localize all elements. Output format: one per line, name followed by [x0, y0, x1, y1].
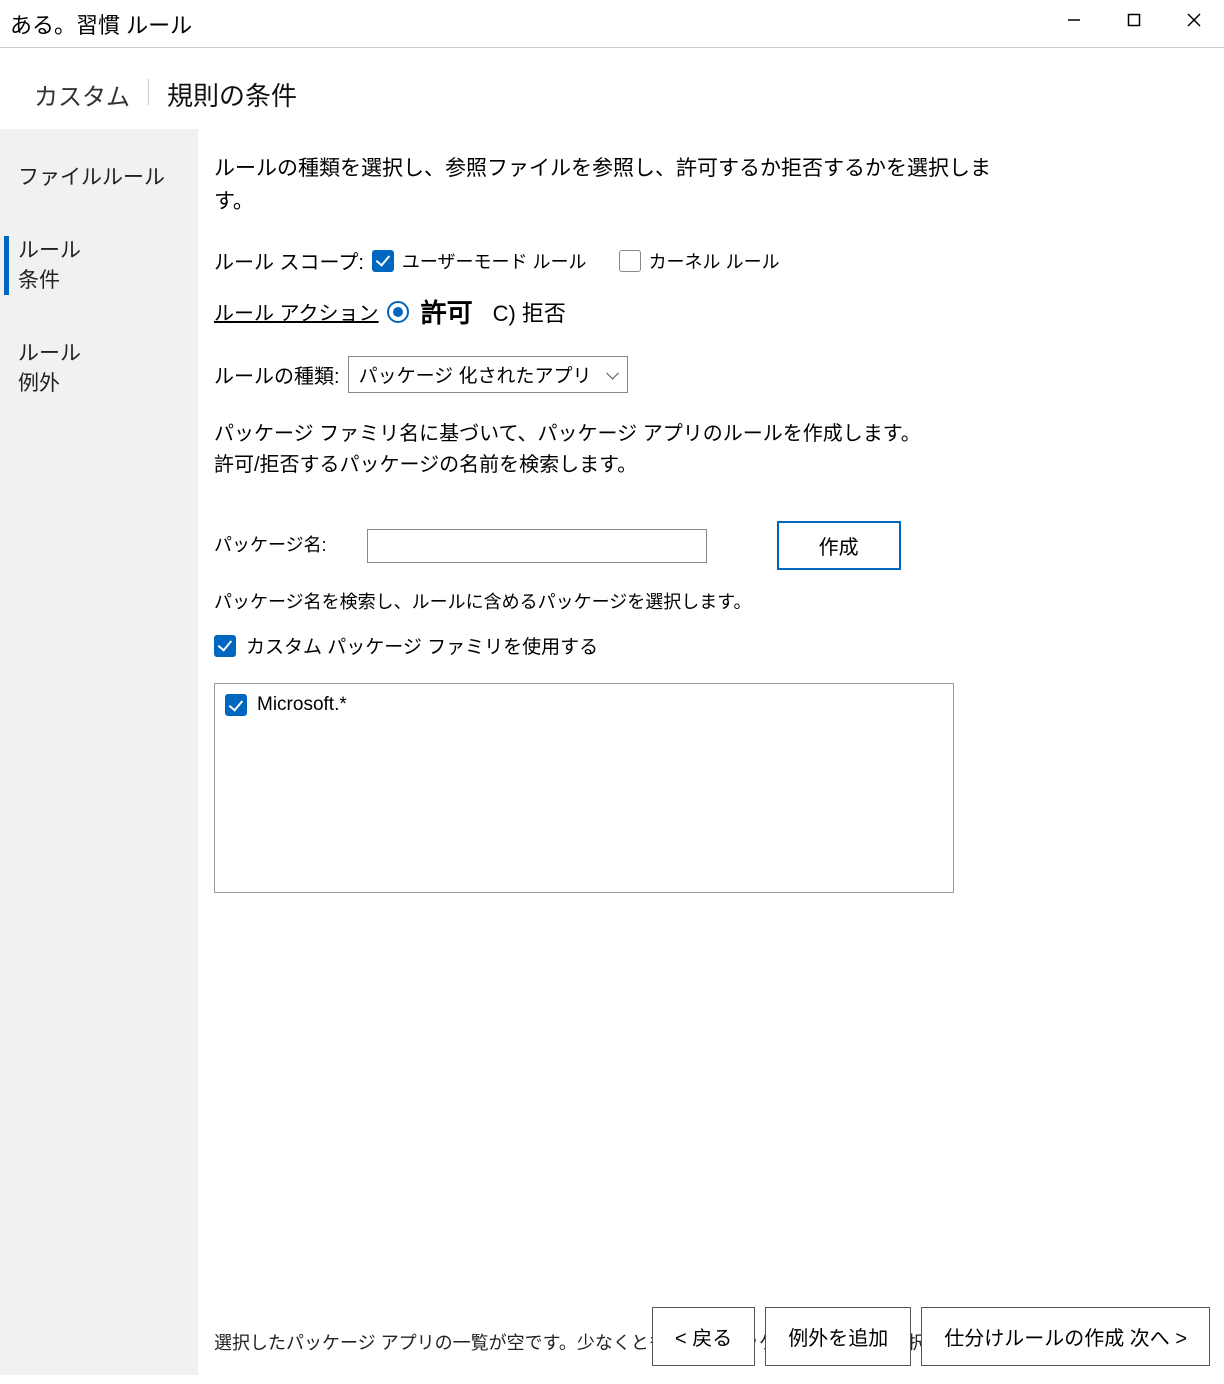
- body: ファイルルール ルール 条件 ルール 例外 ルールの種類を選択し、参照ファイルを…: [0, 129, 1224, 1375]
- package-description: パッケージ ファミリ名に基づいて、パッケージ アプリのルールを作成します。 許可…: [214, 419, 1194, 481]
- sidebar-item-label: ルール 例外: [18, 342, 81, 394]
- header-divider: [148, 79, 149, 105]
- package-name-input[interactable]: [367, 529, 707, 563]
- kernel-label: カーネル ルール: [649, 248, 780, 274]
- user-mode-label: ユーザーモード ルール: [402, 248, 587, 274]
- sidebar-item-label: ファイルルール: [18, 166, 165, 189]
- package-list: Microsoft.*: [214, 683, 954, 893]
- next-button[interactable]: 仕分けルールの作成 次へ >: [921, 1307, 1210, 1366]
- deny-label: C) 拒否: [493, 296, 566, 328]
- allow-label: 許可: [421, 293, 473, 330]
- footer: < 戻る 例外を追加 仕分けルールの作成 次へ >: [652, 1307, 1210, 1366]
- rule-action-label: ルール アクション: [214, 297, 379, 326]
- header-right: 規則の条件: [167, 76, 297, 113]
- package-name-row: パッケージ名: 作成: [214, 521, 1194, 570]
- allow-radio[interactable]: [387, 301, 409, 323]
- page-header: カスタム 規則の条件: [0, 48, 1224, 129]
- maximize-button[interactable]: [1104, 0, 1164, 40]
- description: ルールの種類を選択し、参照ファイルを参照し、許可するか拒否するかを選択します。: [214, 153, 994, 218]
- sidebar-item-file-rules[interactable]: ファイルルール: [0, 141, 198, 214]
- add-exception-button[interactable]: 例外を追加: [765, 1307, 911, 1366]
- header-left: カスタム: [34, 77, 130, 112]
- package-item-label: Microsoft.*: [257, 694, 347, 716]
- rule-type-row: ルールの種類: パッケージ 化されたアプリ: [214, 356, 1194, 393]
- rule-scope-label: ルール スコープ:: [214, 246, 364, 275]
- close-button[interactable]: [1164, 0, 1224, 40]
- main-panel: ルールの種類を選択し、参照ファイルを参照し、許可するか拒否するかを選択します。 …: [198, 129, 1224, 1375]
- package-item-checkbox[interactable]: [225, 694, 247, 716]
- sidebar-item-rule-exceptions[interactable]: ルール 例外: [0, 317, 198, 420]
- kernel-checkbox[interactable]: [619, 250, 641, 272]
- sidebar-item-label: ルール 条件: [18, 239, 81, 291]
- package-list-item[interactable]: Microsoft.*: [225, 694, 943, 716]
- sidebar: ファイルルール ルール 条件 ルール 例外: [0, 129, 198, 1375]
- titlebar: ある。習慣 ルール: [0, 0, 1224, 48]
- custom-package-row: カスタム パッケージ ファミリを使用する: [214, 632, 1194, 659]
- window-controls: [1044, 0, 1224, 40]
- sidebar-item-rule-conditions[interactable]: ルール 条件: [0, 214, 198, 317]
- window-title: ある。習慣 ルール: [10, 8, 192, 40]
- search-hint: パッケージ名を検索し、ルールに含めるパッケージを選択します。: [214, 588, 1194, 614]
- rule-type-value: パッケージ 化されたアプリ: [359, 366, 592, 387]
- custom-package-checkbox[interactable]: [214, 635, 236, 657]
- rule-action-row: ルール アクション 許可 C) 拒否: [214, 293, 1194, 330]
- rule-type-select[interactable]: パッケージ 化されたアプリ: [348, 356, 628, 393]
- custom-package-label: カスタム パッケージ ファミリを使用する: [246, 632, 598, 659]
- rule-type-label: ルールの種類:: [214, 360, 340, 389]
- rule-scope-row: ルール スコープ: ユーザーモード ルール カーネル ルール: [214, 246, 1194, 275]
- user-mode-checkbox[interactable]: [372, 250, 394, 272]
- create-button[interactable]: 作成: [777, 521, 901, 570]
- minimize-button[interactable]: [1044, 0, 1104, 40]
- back-button[interactable]: < 戻る: [652, 1307, 755, 1366]
- package-name-label: パッケージ名:: [214, 533, 327, 558]
